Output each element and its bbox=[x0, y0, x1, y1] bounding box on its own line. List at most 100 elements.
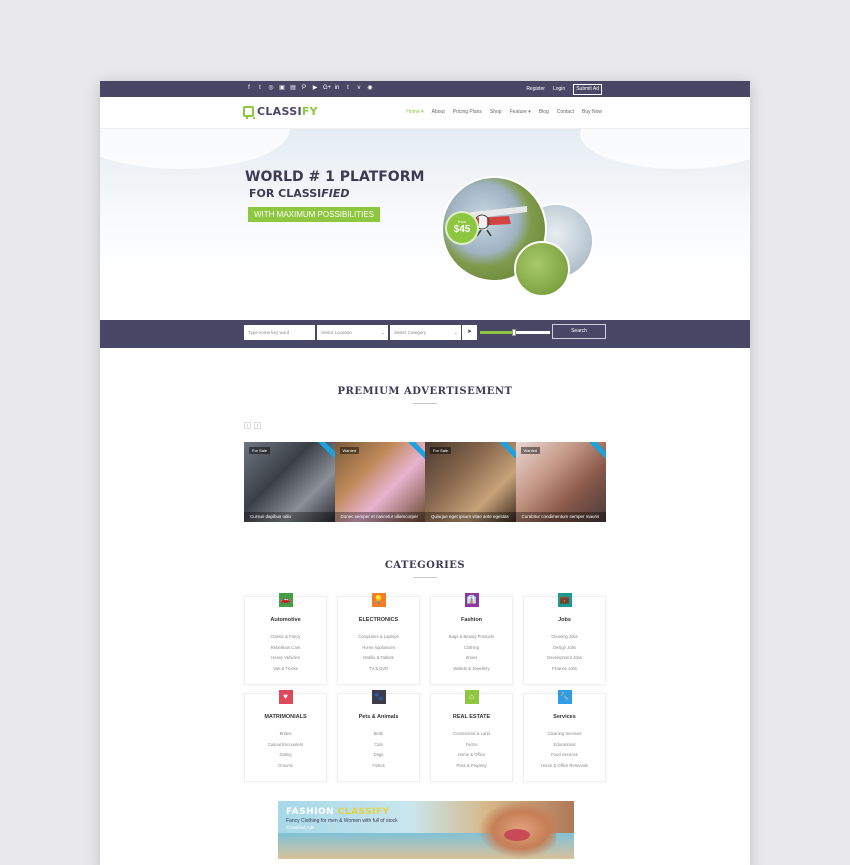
category-link[interactable]: Wallets & Jewellery bbox=[431, 664, 512, 675]
category-card: 🔧 Services Cleaning Services Educational Foo… bbox=[523, 690, 606, 782]
category-link[interactable]: Home & Office bbox=[431, 750, 512, 761]
category-link[interactable]: Plots & Property bbox=[431, 761, 512, 772]
category-name[interactable]: MATRIMONIALS bbox=[245, 714, 326, 720]
nav-item[interactable]: Contact bbox=[557, 109, 574, 115]
nav-item[interactable]: Pricing Plans bbox=[453, 109, 482, 115]
category-link[interactable]: TV & DVD bbox=[338, 664, 419, 675]
category-link[interactable]: Shoes bbox=[431, 653, 512, 664]
slider-handle[interactable] bbox=[511, 329, 516, 336]
site-logo[interactable]: CLASSIFY bbox=[243, 105, 318, 119]
nav-item[interactable]: About bbox=[432, 109, 445, 115]
nav-item[interactable]: Home ▾ bbox=[406, 109, 423, 115]
location-arrow-icon[interactable]: ➤ bbox=[462, 325, 477, 340]
range-slider[interactable] bbox=[480, 329, 550, 336]
banner-subtext: Classified Ads bbox=[286, 825, 315, 830]
category-link[interactable]: Cleaning Jobs bbox=[524, 632, 605, 643]
social-icon[interactable]: t bbox=[257, 84, 263, 92]
hero-tagline: WITH MAXIMUM POSSIBILITIES bbox=[248, 207, 381, 222]
social-icon[interactable]: f bbox=[246, 84, 252, 92]
top-bar: f t ◎ ▣ ▤ P ▶ G+ in t v ◉ Register Login Submit Ad bbox=[100, 81, 750, 97]
category-name[interactable]: Services bbox=[524, 714, 605, 720]
carousel-arrows: ‹ › bbox=[244, 422, 261, 429]
social-icon[interactable]: ◉ bbox=[367, 84, 373, 92]
fashion-banner[interactable]: FASHION CLASSIFY Fancy Clothing for men … bbox=[278, 801, 574, 859]
chevron-left-icon[interactable]: ‹ bbox=[244, 422, 251, 429]
heart-icon: ♥ bbox=[278, 690, 293, 704]
chevron-down-icon: ⌄ bbox=[453, 330, 458, 336]
briefcase-icon: 💼 bbox=[557, 593, 572, 607]
category-link[interactable]: Farms bbox=[431, 740, 512, 751]
premium-card[interactable]: Wanted Donec semper et nascetur ullamcorp… bbox=[334, 442, 425, 522]
auth-links: Register Login Submit Ad bbox=[526, 84, 602, 95]
category-link[interactable]: Finance Jobs bbox=[524, 664, 605, 675]
category-link[interactable]: Home & Office Removals bbox=[524, 761, 605, 772]
category-card: ⌂ REAL ESTATE Commercial & Land Farms Home &… bbox=[430, 690, 513, 782]
category-link[interactable]: Dating bbox=[245, 750, 326, 761]
category-link[interactable]: Brides bbox=[245, 729, 326, 740]
category-links: Commercial & Land Farms Home & Office Plots… bbox=[431, 729, 512, 772]
category-link[interactable]: Home Appliances bbox=[338, 643, 419, 654]
category-links: Cleaning Services Educational Food Service… bbox=[524, 729, 605, 772]
premium-card[interactable]: For Sale Quisque eget ipsum vitae ante eg… bbox=[425, 442, 516, 522]
category-name[interactable]: Pets & Animals bbox=[338, 714, 419, 720]
category-link[interactable]: Heavy Vehicles bbox=[245, 653, 326, 664]
category-link[interactable]: Design Jobs bbox=[524, 643, 605, 654]
social-icon[interactable]: ◎ bbox=[268, 84, 274, 92]
social-icon[interactable]: ▣ bbox=[279, 84, 285, 92]
search-button[interactable]: Search bbox=[552, 324, 606, 339]
location-select[interactable]: Select Location ⌄ bbox=[317, 325, 388, 340]
category-link[interactable]: Bags & Beauty Products bbox=[431, 632, 512, 643]
hero-title: WORLD # 1 PLATFORM bbox=[245, 169, 425, 185]
category-link[interactable]: Computers & Laptops bbox=[338, 632, 419, 643]
category-link[interactable]: Rebellious Cars bbox=[245, 643, 326, 654]
submit-ad-button[interactable]: Submit Ad bbox=[573, 84, 602, 95]
category-link[interactable]: Mobile & Tablets bbox=[338, 653, 419, 664]
category-name[interactable]: REAL ESTATE bbox=[431, 714, 512, 720]
category-link[interactable]: Grooms bbox=[245, 761, 326, 772]
login-link[interactable]: Login bbox=[553, 85, 565, 94]
featured-ribbon bbox=[316, 442, 335, 462]
category-card: ♥ MATRIMONIALS Brides Casual Encounters Dati… bbox=[244, 690, 327, 782]
main-header: CLASSIFY Home ▾ About Pricing Plans Shop Fea… bbox=[100, 97, 750, 129]
slider-fill bbox=[480, 331, 514, 334]
card-caption: Curabitur condimentum semper mauris bbox=[515, 512, 606, 522]
category-link[interactable]: Commercial & Land bbox=[431, 729, 512, 740]
category-link[interactable]: Classic & Fancy bbox=[245, 632, 326, 643]
category-link[interactable]: Birds bbox=[338, 729, 419, 740]
category-select[interactable]: Select Category ⌄ bbox=[390, 325, 461, 340]
category-link[interactable]: Cleaning Services bbox=[524, 729, 605, 740]
nav-item[interactable]: Blog bbox=[539, 109, 549, 115]
nav-item[interactable]: Feature ▾ bbox=[510, 109, 531, 115]
nav-item[interactable]: Buy Now bbox=[582, 109, 602, 115]
category-link[interactable]: Dogs bbox=[338, 750, 419, 761]
nav-item[interactable]: Shop bbox=[490, 109, 502, 115]
social-icon[interactable]: ▶ bbox=[312, 84, 318, 92]
social-icon[interactable]: in bbox=[334, 84, 340, 92]
page-frame: f t ◎ ▣ ▤ P ▶ G+ in t v ◉ Register Login Submit Ad … bbox=[100, 81, 750, 865]
category-name[interactable]: Fashion bbox=[431, 617, 512, 623]
category-link[interactable]: Food Services bbox=[524, 750, 605, 761]
social-icon[interactable]: t bbox=[345, 84, 351, 92]
category-name[interactable]: Automotive bbox=[245, 617, 326, 623]
category-link[interactable]: Development Jobs bbox=[524, 653, 605, 664]
category-link[interactable]: Cats bbox=[338, 740, 419, 751]
category-link[interactable]: Van & Trucks bbox=[245, 664, 326, 675]
chevron-right-icon[interactable]: › bbox=[254, 422, 261, 429]
category-link[interactable]: Educational bbox=[524, 740, 605, 751]
register-link[interactable]: Register bbox=[526, 85, 545, 94]
keyword-input[interactable]: Type some key word bbox=[244, 325, 315, 340]
category-link[interactable]: Fishes bbox=[338, 761, 419, 772]
category-name[interactable]: Jobs bbox=[524, 617, 605, 623]
social-icon[interactable]: G+ bbox=[323, 84, 331, 92]
category-name[interactable]: ELECTRONICS bbox=[338, 617, 419, 623]
social-icon[interactable]: ▤ bbox=[290, 84, 296, 92]
wrench-icon: 🔧 bbox=[557, 690, 572, 704]
premium-card[interactable]: Wanted Curabitur condimentum semper mauri… bbox=[515, 442, 606, 522]
premium-card[interactable]: For Sale Cursus dapibus odio bbox=[244, 442, 335, 522]
category-card: 🐾 Pets & Animals Birds Cats Dogs Fishes bbox=[337, 690, 420, 782]
social-icon[interactable]: P bbox=[301, 84, 307, 92]
category-links: Cleaning Jobs Design Jobs Development Jobs… bbox=[524, 632, 605, 675]
category-link[interactable]: Casual Encounters bbox=[245, 740, 326, 751]
category-link[interactable]: Clothing bbox=[431, 643, 512, 654]
social-icon[interactable]: v bbox=[356, 84, 362, 92]
